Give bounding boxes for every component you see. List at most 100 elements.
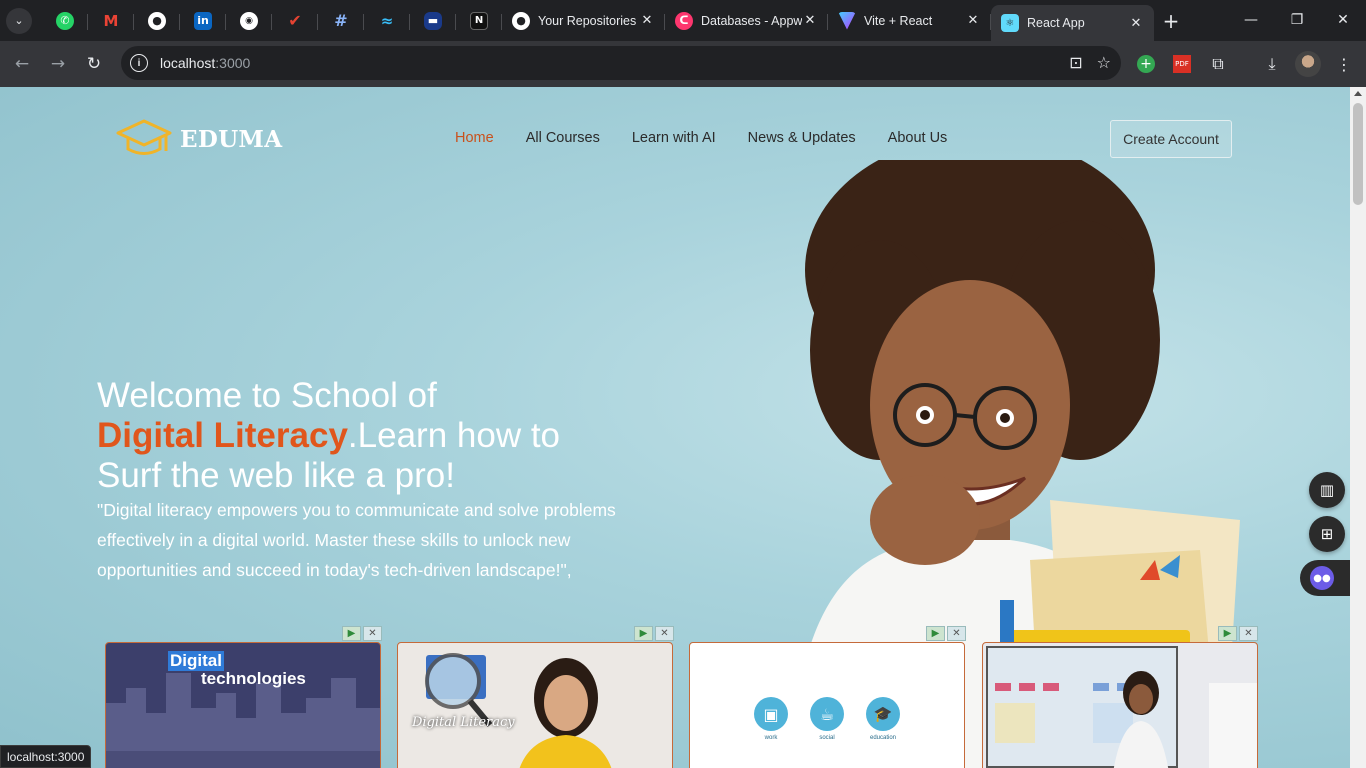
create-account-button[interactable]: Create Account: [1110, 120, 1232, 158]
tab-title: Vite + React: [864, 13, 933, 28]
ad-card-digital-literacy[interactable]: Digital Literacy: [397, 642, 673, 768]
pinned-tab-github[interactable]: ●: [134, 4, 180, 38]
nav-about-us[interactable]: About Us: [888, 130, 948, 146]
extensions-puzzle-icon[interactable]: ⧉: [1204, 50, 1232, 78]
page-viewport: EDUMA Home All Courses Learn with AI New…: [0, 87, 1350, 768]
tab-react-app[interactable]: ⚛ React App ✕: [991, 5, 1154, 41]
close-window-icon[interactable]: ✕: [1320, 0, 1366, 40]
ad-play-icon[interactable]: ▶: [1218, 626, 1237, 641]
reload-button[interactable]: ↻: [76, 46, 112, 82]
tab-title: Databases - Appwrite: [701, 13, 802, 28]
nav-all-courses[interactable]: All Courses: [526, 130, 600, 146]
ad-controls[interactable]: ▶ ✕: [342, 626, 382, 641]
ad-play-icon[interactable]: ▶: [342, 626, 361, 641]
book-reader-button[interactable]: ▥: [1309, 472, 1345, 508]
card-title-a: Digital: [168, 651, 224, 671]
assistant-launcher[interactable]: ●●: [1300, 560, 1350, 596]
minimize-icon[interactable]: —: [1228, 0, 1274, 40]
open-book-icon: ▥: [1319, 481, 1335, 499]
city-skyline-illustration: [106, 673, 380, 768]
education-item: 🎓 education: [866, 697, 900, 741]
nav-news-updates[interactable]: News & Updates: [748, 130, 856, 146]
tailwind-icon: ≈: [380, 11, 394, 30]
download-icon[interactable]: ⤓: [1258, 50, 1286, 78]
ad-close-icon[interactable]: ✕: [363, 626, 382, 641]
nav-home[interactable]: Home: [455, 130, 494, 146]
pinned-tab-tailwind[interactable]: ≈: [364, 4, 410, 38]
chatbot-icon: ◉: [240, 11, 258, 30]
ad-controls[interactable]: ▶ ✕: [1218, 626, 1258, 641]
page-scrollbar[interactable]: [1350, 87, 1366, 768]
tab-vite-react[interactable]: Vite + React ✕: [828, 4, 991, 38]
logo-text: EDUMA: [180, 125, 283, 153]
address-bar[interactable]: i localhost:3000 ⊡ ☆: [121, 46, 1121, 80]
chrome-menu-icon[interactable]: ⋮: [1330, 50, 1358, 78]
work-item: ▣ work: [754, 697, 788, 741]
close-icon[interactable]: ✕: [1128, 15, 1144, 31]
robot-face-icon: ●●: [1310, 566, 1334, 590]
pinned-tab-whatsapp[interactable]: ✆: [42, 4, 88, 38]
ad-close-icon[interactable]: ✕: [1239, 626, 1258, 641]
briefcase-icon: ▣: [754, 697, 788, 731]
profile-avatar[interactable]: [1294, 50, 1322, 78]
restore-icon[interactable]: ❐: [1274, 0, 1320, 40]
bookmark-star-icon[interactable]: ☆: [1097, 53, 1111, 72]
hero-highlight: Digital Literacy: [97, 416, 348, 455]
status-bar-url: localhost:3000: [0, 745, 92, 768]
ad-play-icon[interactable]: ▶: [634, 626, 653, 641]
back-button[interactable]: ←: [4, 46, 40, 82]
pinned-tab-notion[interactable]: N: [456, 4, 502, 38]
hero-heading: Welcome to School of Digital Literacy.Le…: [97, 376, 697, 496]
react-icon: ⚛: [1001, 14, 1019, 32]
ad-card-digital-technologies[interactable]: Digital technologies: [105, 642, 381, 768]
eduma-logo[interactable]: EDUMA: [116, 118, 282, 160]
scrollbar-thumb[interactable]: [1353, 103, 1363, 205]
github-icon: ●: [512, 11, 530, 30]
ad-controls[interactable]: ▶ ✕: [634, 626, 674, 641]
classroom-board-image: [986, 646, 1257, 768]
tab-search-button[interactable]: ⌄: [6, 7, 32, 34]
social-label: social: [819, 735, 835, 741]
pinned-tab-hashnode[interactable]: #: [318, 4, 364, 38]
pinned-tab-chatbot[interactable]: ◉: [226, 4, 272, 38]
linkedin-icon: in: [194, 11, 212, 30]
install-app-icon[interactable]: ⊡: [1069, 53, 1082, 72]
ad-controls[interactable]: ▶ ✕: [926, 626, 966, 641]
pinned-tab-gmail[interactable]: M: [88, 4, 134, 38]
tick-icon: ✔: [288, 11, 302, 30]
card-title-b: technologies: [201, 669, 306, 688]
pinned-tab-pill[interactable]: ▬: [410, 4, 456, 38]
apps-grid-button[interactable]: ⊞: [1309, 516, 1345, 552]
ad-play-icon[interactable]: ▶: [926, 626, 945, 641]
ad-close-icon[interactable]: ✕: [947, 626, 966, 641]
tab-title: Your Repositories: [538, 13, 637, 28]
new-tab-button[interactable]: +: [1154, 4, 1188, 38]
appwrite-icon: ᑕ: [675, 11, 693, 30]
work-label: work: [764, 735, 778, 741]
forward-button[interactable]: →: [40, 46, 76, 82]
ad-close-icon[interactable]: ✕: [655, 626, 674, 641]
ad-card-classroom[interactable]: [982, 642, 1258, 768]
gmail-icon: M: [103, 11, 119, 30]
github-icon: ●: [148, 11, 166, 30]
close-icon[interactable]: ✕: [639, 13, 655, 29]
tab-databases-appwrite[interactable]: ᑕ Databases - Appwrite ✕: [665, 4, 828, 38]
tab-title: React App: [1027, 16, 1085, 30]
education-label: education: [869, 735, 897, 741]
close-icon[interactable]: ✕: [802, 13, 818, 29]
site-info-icon[interactable]: i: [130, 54, 148, 72]
extension-plus-icon[interactable]: +: [1132, 50, 1160, 78]
hero-line-3: Surf the web like a pro!: [97, 456, 455, 495]
notion-icon: N: [470, 11, 488, 30]
scroll-up-arrow[interactable]: [1354, 91, 1362, 96]
nav-learn-with-ai[interactable]: Learn with AI: [632, 130, 716, 146]
close-icon[interactable]: ✕: [965, 13, 981, 29]
tab-your-repositories[interactable]: ● Your Repositories ✕: [502, 4, 665, 38]
pinned-tab-linkedin[interactable]: in: [180, 4, 226, 38]
browser-toolbar: ← → ↻ i localhost:3000 ⊡ ☆ + PDF ⧉ ⤓ ⋮: [0, 41, 1366, 87]
vite-icon: [838, 11, 856, 30]
extension-pdf-icon[interactable]: PDF: [1168, 50, 1196, 78]
pinned-tab-tick[interactable]: ✔: [272, 4, 318, 38]
hashnode-icon: #: [334, 11, 348, 30]
ad-card-icons[interactable]: ▣ work ☕ social 🎓 education: [689, 642, 965, 768]
